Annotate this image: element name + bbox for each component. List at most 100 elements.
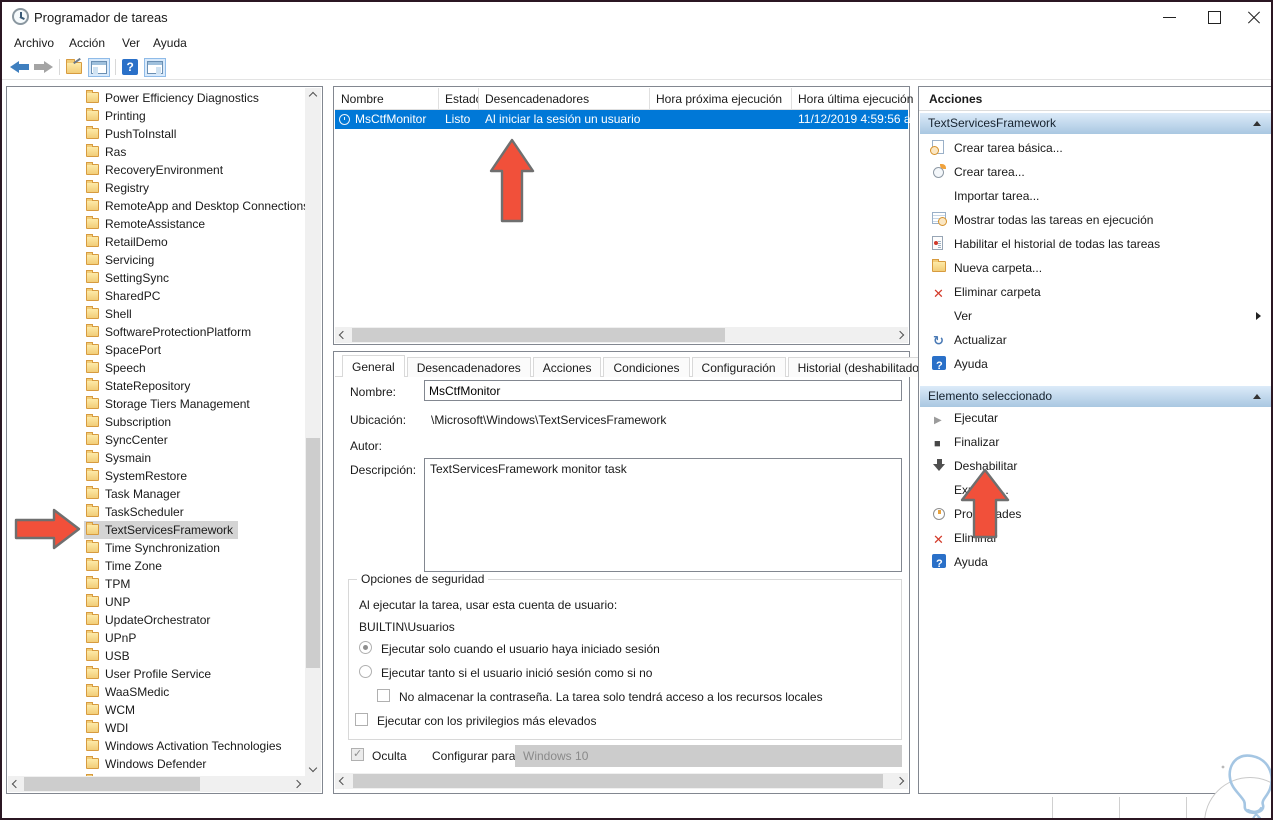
action-item[interactable]: Crear tarea... bbox=[920, 162, 1271, 182]
tab-general[interactable]: General bbox=[342, 355, 405, 377]
props-hscroll-thumb[interactable] bbox=[353, 774, 883, 788]
tree-item[interactable]: Printing bbox=[8, 107, 306, 125]
task-list-hscroll-thumb[interactable] bbox=[352, 328, 725, 342]
menu-accion[interactable]: Acción bbox=[69, 36, 105, 50]
tree-item[interactable]: RetailDemo bbox=[8, 233, 306, 251]
descripcion-textarea[interactable]: TextServicesFramework monitor task bbox=[424, 458, 902, 572]
tree-item[interactable]: UpdateOrchestrator bbox=[8, 611, 306, 629]
radio-run-logged-in[interactable] bbox=[359, 641, 372, 654]
tree-item[interactable]: SoftwareProtectionPlatform bbox=[8, 323, 306, 341]
tree-item[interactable]: RemoteAssistance bbox=[8, 215, 306, 233]
show-console-tree-icon[interactable] bbox=[88, 58, 110, 77]
props-horizontal-scrollbar[interactable] bbox=[335, 773, 908, 789]
back-icon[interactable] bbox=[10, 61, 29, 73]
tree-item[interactable]: SettingSync bbox=[8, 269, 306, 287]
forward-icon[interactable] bbox=[34, 61, 53, 73]
tree-item[interactable]: WDI bbox=[8, 719, 306, 737]
checkbox-no-password[interactable] bbox=[377, 689, 390, 702]
tree-item[interactable]: SystemRestore bbox=[8, 467, 306, 485]
action-item[interactable]: Ejecutar bbox=[920, 408, 1271, 431]
show-action-pane-icon[interactable] bbox=[144, 58, 166, 77]
actions-section-header[interactable]: TextServicesFramework bbox=[920, 113, 1271, 134]
action-item[interactable]: Nueva carpeta... bbox=[920, 258, 1271, 278]
tree-item[interactable]: Subscription bbox=[8, 413, 306, 431]
scroll-up-icon[interactable] bbox=[308, 91, 318, 101]
scroll-right-icon[interactable] bbox=[895, 330, 905, 340]
maximize-icon[interactable] bbox=[1194, 2, 1234, 32]
minimize-icon[interactable] bbox=[1150, 2, 1190, 32]
help-icon[interactable] bbox=[122, 59, 138, 75]
tree-item[interactable]: RemoteApp and Desktop Connections bbox=[8, 197, 306, 215]
tree-item[interactable]: Windows Defender bbox=[8, 755, 306, 773]
tree-item[interactable]: RecoveryEnvironment bbox=[8, 161, 306, 179]
tree-item[interactable]: UPnP bbox=[8, 629, 306, 647]
task-list-horizontal-scrollbar[interactable] bbox=[335, 327, 908, 343]
tree-item[interactable]: TPM bbox=[8, 575, 306, 593]
tree-item[interactable]: SpacePort bbox=[8, 341, 306, 359]
checkbox-oculta[interactable] bbox=[351, 747, 364, 761]
column-header[interactable]: Nombre bbox=[335, 88, 439, 110]
collapse-icon[interactable] bbox=[1253, 394, 1261, 399]
tree-vertical-scrollbar[interactable] bbox=[305, 88, 321, 776]
tree-item[interactable]: Ras bbox=[8, 143, 306, 161]
action-item[interactable]: Ayuda bbox=[920, 552, 1271, 574]
tree-item[interactable]: WCM bbox=[8, 701, 306, 719]
action-item[interactable]: Ver bbox=[920, 306, 1271, 326]
tree-item[interactable]: Speech bbox=[8, 359, 306, 377]
column-header[interactable]: Estado bbox=[439, 88, 479, 110]
tab-configuración[interactable]: Configuración bbox=[691, 357, 786, 377]
scroll-right-icon[interactable] bbox=[895, 776, 905, 786]
column-header[interactable]: Desencadenadores bbox=[479, 88, 650, 110]
tree-item[interactable]: SharedPC bbox=[8, 287, 306, 305]
tree-item[interactable]: Registry bbox=[8, 179, 306, 197]
tab-acciones[interactable]: Acciones bbox=[532, 357, 602, 377]
tab-condiciones[interactable]: Condiciones bbox=[603, 357, 690, 377]
tab-historial[interactable]: Historial (deshabilitado) bbox=[787, 357, 933, 377]
tree-item[interactable]: UNP bbox=[8, 593, 306, 611]
scroll-left-icon[interactable] bbox=[338, 330, 348, 340]
tree-item[interactable]: SyncCenter bbox=[8, 431, 306, 449]
action-item[interactable]: Actualizar bbox=[920, 330, 1271, 351]
scroll-left-icon[interactable] bbox=[11, 779, 21, 789]
export-list-icon[interactable] bbox=[66, 59, 82, 74]
task-row-msctfmonitor[interactable]: MsCtfMonitor Listo Al iniciar la sesión un… bbox=[335, 110, 931, 129]
tree-item[interactable]: Storage Tiers Management bbox=[8, 395, 306, 413]
tree-item[interactable]: StateRepository bbox=[8, 377, 306, 395]
tree-vscroll-thumb[interactable] bbox=[306, 438, 320, 668]
tree-item[interactable]: WaaSMedic bbox=[8, 683, 306, 701]
action-item[interactable]: Crear tarea básica... bbox=[920, 138, 1271, 158]
tree-item[interactable]: User Profile Service bbox=[8, 665, 306, 683]
scroll-right-icon[interactable] bbox=[292, 779, 302, 789]
action-item[interactable]: Habilitar el historial de todas las tare… bbox=[920, 234, 1271, 254]
action-item[interactable]: Finalizar bbox=[920, 432, 1271, 454]
tree-item[interactable]: PushToInstall bbox=[8, 125, 306, 143]
menu-archivo[interactable]: Archivo bbox=[14, 36, 54, 50]
tree-item[interactable]: Servicing bbox=[8, 251, 306, 269]
collapse-icon[interactable] bbox=[1253, 121, 1261, 126]
configurar-para-select[interactable]: Windows 10 bbox=[515, 745, 902, 767]
action-item[interactable]: Importar tarea... bbox=[920, 186, 1271, 206]
checkbox-privileges[interactable] bbox=[355, 713, 368, 726]
actions-section-header[interactable]: Elemento seleccionado bbox=[920, 386, 1271, 407]
tree-item[interactable]: Sysmain bbox=[8, 449, 306, 467]
action-item[interactable]: Mostrar todas las tareas en ejecución bbox=[920, 210, 1271, 230]
menu-ver[interactable]: Ver bbox=[122, 36, 140, 50]
tree-item[interactable]: Task Manager bbox=[8, 485, 306, 503]
action-item[interactable]: Ayuda bbox=[920, 354, 1271, 376]
tree-hscroll-thumb[interactable] bbox=[24, 777, 200, 791]
scroll-left-icon[interactable] bbox=[338, 776, 348, 786]
tab-desencadenadores[interactable]: Desencadenadores bbox=[406, 357, 531, 377]
tree-item[interactable]: Windows Activation Technologies bbox=[8, 737, 306, 755]
action-item[interactable]: Eliminar carpeta bbox=[920, 282, 1271, 304]
radio-run-any[interactable] bbox=[359, 665, 372, 678]
tree-item[interactable]: USB bbox=[8, 647, 306, 665]
column-header[interactable]: Hora próxima ejecución bbox=[650, 88, 792, 110]
close-icon[interactable] bbox=[1234, 2, 1271, 32]
tree-horizontal-scrollbar[interactable] bbox=[8, 776, 305, 792]
scroll-down-icon[interactable] bbox=[308, 763, 318, 773]
tree-item[interactable]: Shell bbox=[8, 305, 306, 323]
tree-item[interactable]: Power Efficiency Diagnostics bbox=[8, 89, 306, 107]
menu-ayuda[interactable]: Ayuda bbox=[153, 36, 187, 50]
nombre-input[interactable] bbox=[424, 380, 902, 401]
tree-item[interactable]: Time Zone bbox=[8, 557, 306, 575]
